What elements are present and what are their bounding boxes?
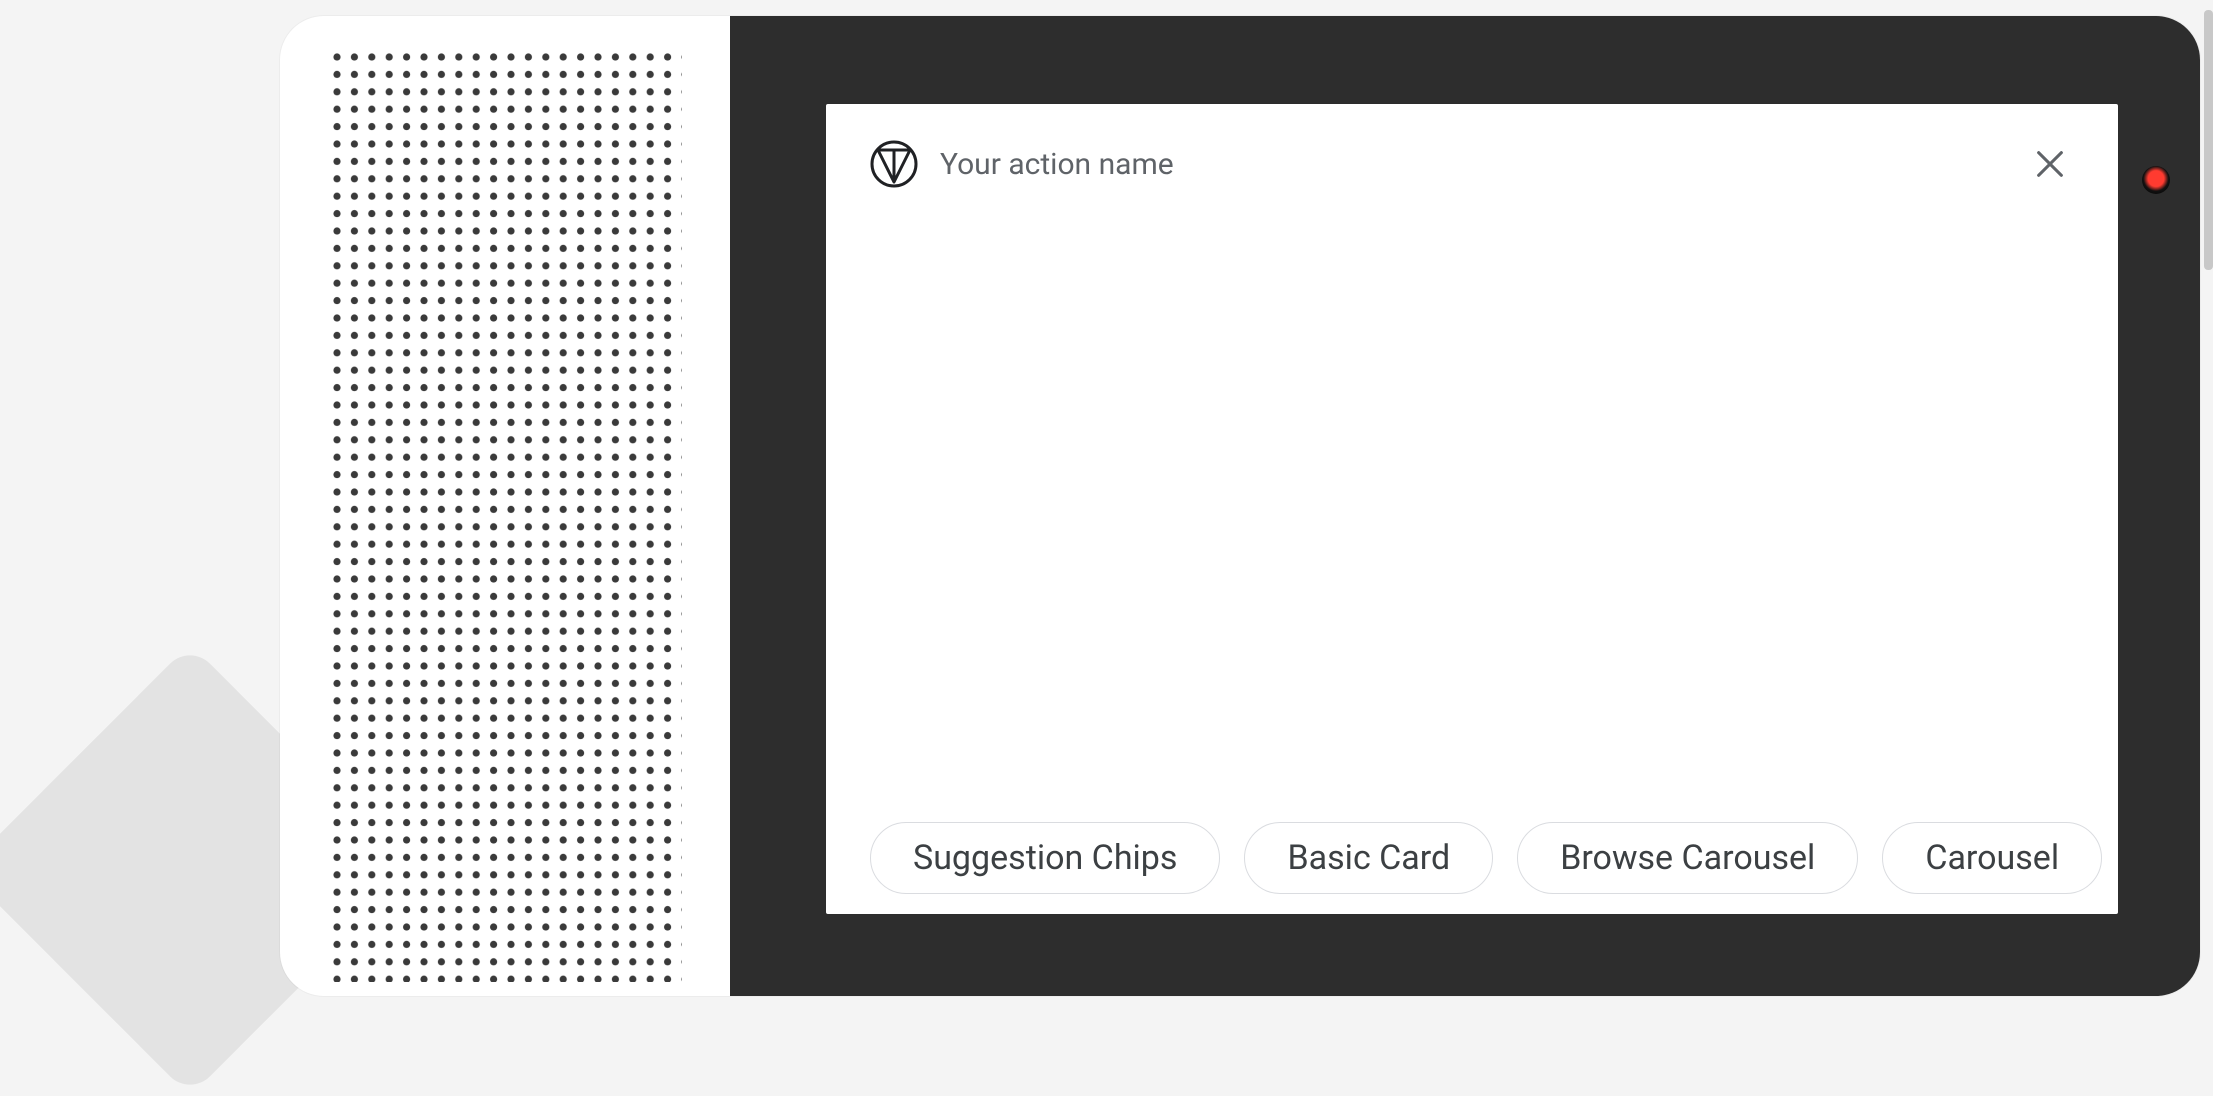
action-header: Your action name (870, 132, 2074, 196)
action-surface: Your action name Suggestion Chips Basic … (826, 104, 2118, 914)
chip-browse-carousel[interactable]: Browse Carousel (1517, 822, 1858, 894)
close-button[interactable] (2026, 140, 2074, 188)
device-shell: Your action name Suggestion Chips Basic … (280, 16, 2200, 996)
action-title: Your action name (940, 147, 2004, 182)
action-body (870, 196, 2074, 818)
recording-led-icon (2142, 166, 2170, 194)
chip-suggestion-chips[interactable]: Suggestion Chips (870, 822, 1220, 894)
suggestion-chips-row: Suggestion Chips Basic Card Browse Carou… (870, 818, 2074, 914)
speaker-grille-icon (332, 52, 692, 992)
material-placeholder-icon (870, 140, 918, 188)
screen-bezel: Your action name Suggestion Chips Basic … (730, 16, 2200, 996)
chip-carousel[interactable]: Carousel (1882, 822, 2102, 894)
stage: Your action name Suggestion Chips Basic … (0, 0, 2213, 1005)
scrollbar[interactable] (2204, 10, 2213, 270)
chip-basic-card[interactable]: Basic Card (1244, 822, 1493, 894)
close-icon (2033, 147, 2067, 181)
